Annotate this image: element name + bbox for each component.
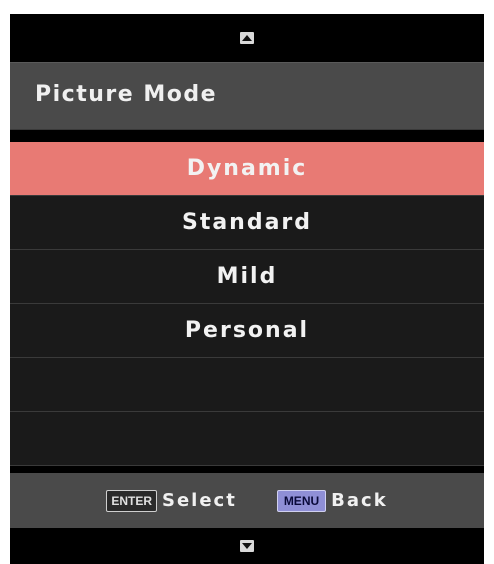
back-hint[interactable]: MENU Back (276, 489, 388, 512)
picture-mode-osd: Picture Mode Dynamic Standard Mild Perso… (10, 14, 484, 564)
select-label: Select (161, 490, 237, 511)
menu-item-standard[interactable]: Standard (10, 196, 484, 250)
scroll-down-indicator[interactable] (10, 528, 484, 564)
menu-item-personal[interactable]: Personal (10, 304, 484, 358)
footer-hint-bar: ENTER Select MENU Back (10, 473, 484, 528)
menu-title: Picture Mode (35, 82, 217, 107)
menu-key-icon: MENU (276, 489, 327, 512)
menu-item-empty (10, 358, 484, 412)
menu-item-mild[interactable]: Mild (10, 250, 484, 304)
scroll-down-icon (240, 540, 254, 552)
enter-key-icon: ENTER (106, 489, 157, 512)
scroll-up-indicator[interactable] (10, 14, 484, 62)
back-label: Back (331, 490, 388, 511)
menu-title-bar: Picture Mode (10, 62, 484, 130)
menu-item-empty (10, 412, 484, 466)
menu-item-dynamic[interactable]: Dynamic (10, 142, 484, 196)
scroll-up-icon (240, 32, 254, 44)
select-hint[interactable]: ENTER Select (106, 489, 237, 512)
picture-mode-list: Dynamic Standard Mild Personal (10, 142, 484, 466)
